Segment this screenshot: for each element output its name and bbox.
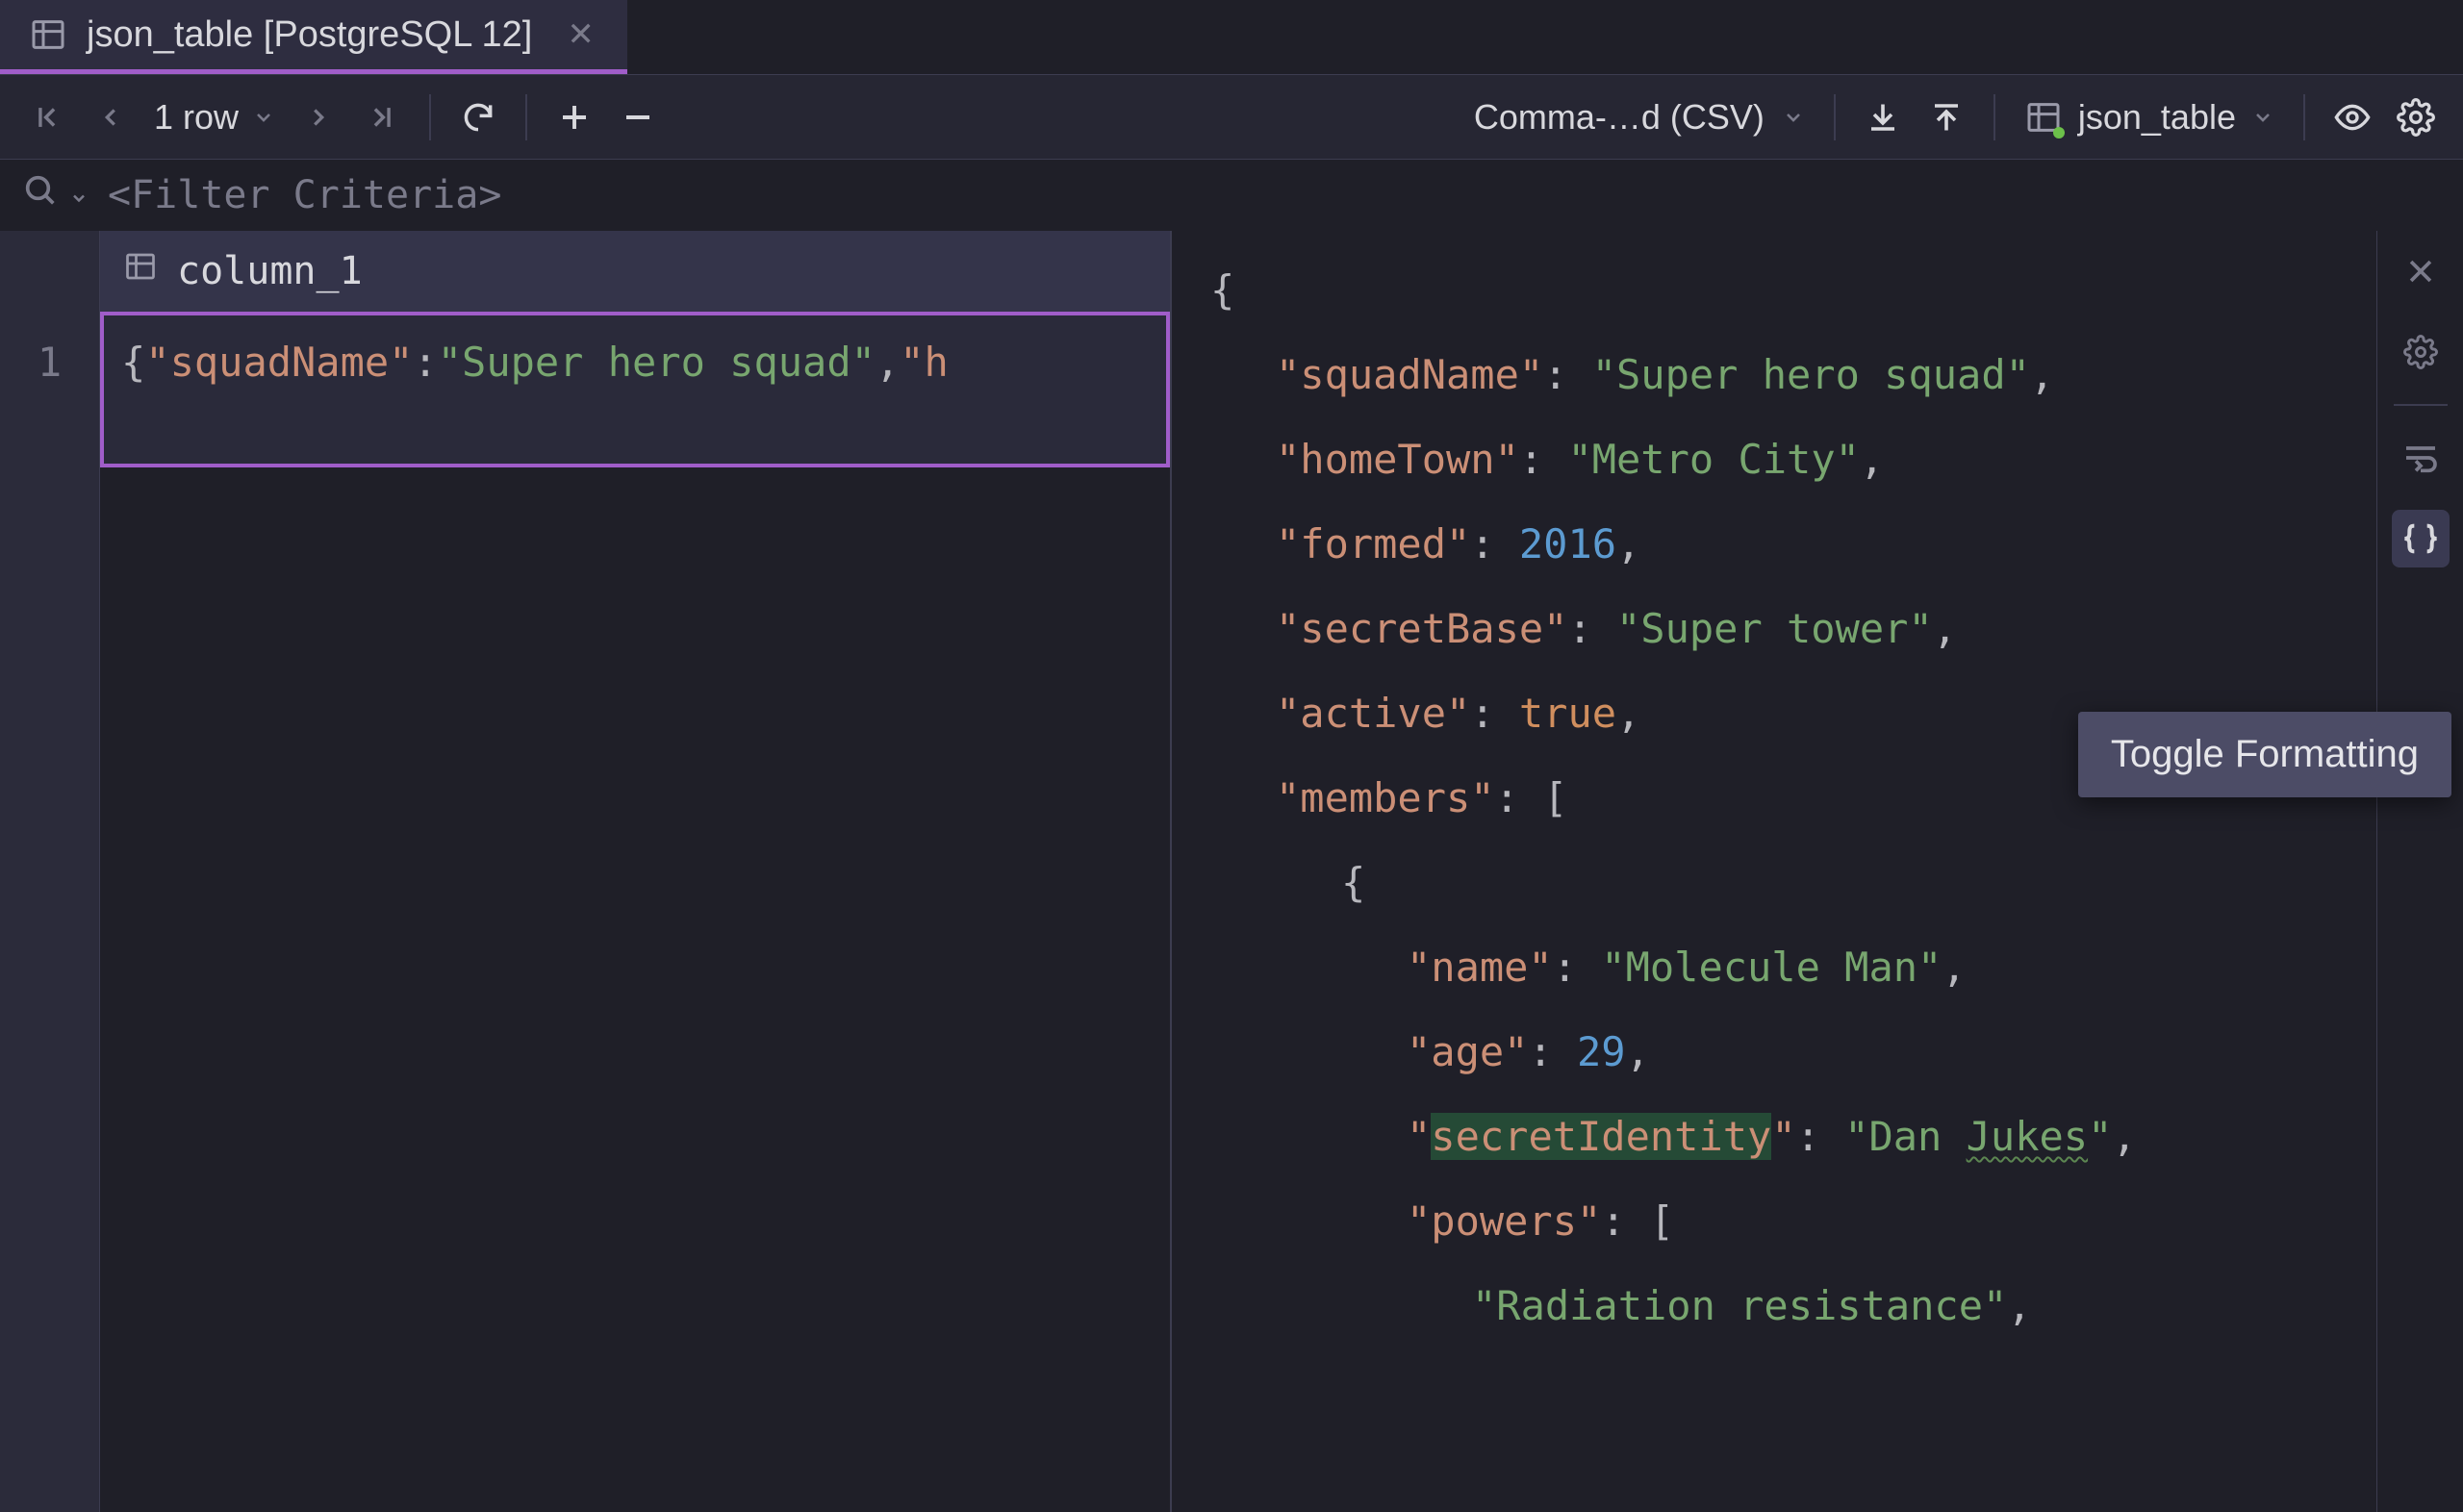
tooltip-text: Toggle Formatting [2111, 733, 2419, 775]
export-format-combo[interactable]: Comma-…d (CSV) [1462, 97, 1816, 138]
filter-placeholder: <Filter Criteria> [108, 173, 501, 217]
toolbar: 1 row Comma-…d (CSV) [0, 75, 2463, 160]
soft-wrap-button[interactable] [2392, 429, 2450, 487]
cell[interactable]: {"squadName":"Super hero squad","h [100, 312, 1170, 467]
settings-panel-button[interactable] [2392, 323, 2450, 381]
row-count-label: 1 row [154, 97, 239, 138]
value-viewer-panel: {"squadName": "Super hero squad","homeTo… [1170, 231, 2463, 1512]
column-header-label: column_1 [177, 249, 363, 293]
search-icon [21, 171, 60, 219]
reload-button[interactable] [448, 88, 508, 147]
export-button[interactable] [1853, 88, 1913, 147]
grid-body: 1 {"squadName":"Super hero squad","h [0, 312, 1170, 1512]
filter-bar[interactable]: <Filter Criteria> [0, 160, 2463, 231]
add-row-button[interactable] [545, 88, 604, 147]
close-icon[interactable]: ✕ [567, 15, 595, 54]
editor-tab[interactable]: json_table [PostgreSQL 12] ✕ [0, 0, 627, 74]
main-split: column_1 1 {"squadName":"Super hero squa… [0, 231, 2463, 1512]
tab-title: json_table [PostgreSQL 12] [87, 14, 532, 56]
next-page-button[interactable] [289, 88, 348, 147]
separator [429, 94, 431, 140]
last-page-button[interactable] [352, 88, 412, 147]
datasource-combo[interactable]: json_table [2013, 97, 2286, 138]
row-number[interactable]: 1 [0, 312, 99, 467]
settings-button[interactable] [2386, 88, 2446, 147]
result-grid: column_1 1 {"squadName":"Super hero squa… [0, 231, 1170, 1512]
export-format-label: Comma-…d (CSV) [1474, 97, 1765, 138]
json-viewer[interactable]: {"squadName": "Super hero squad","homeTo… [1172, 231, 2376, 1512]
separator [2303, 94, 2305, 140]
column-icon [123, 249, 158, 293]
chevron-down-icon [2251, 97, 2274, 138]
row-gutter: 1 [0, 312, 100, 1512]
sidebar-separator [2394, 404, 2448, 406]
separator [1993, 94, 1995, 140]
datasource-icon [2024, 98, 2063, 137]
cells: {"squadName":"Super hero squad","h [100, 312, 1170, 1512]
prev-page-button[interactable] [81, 88, 140, 147]
remove-row-button[interactable] [608, 88, 668, 147]
table-icon [29, 15, 67, 54]
separator [525, 94, 527, 140]
import-button[interactable] [1917, 88, 1976, 147]
eye-button[interactable] [2323, 88, 2382, 147]
grid-header-row: column_1 [0, 231, 1170, 312]
gutter-header [0, 231, 100, 312]
separator [1834, 94, 1836, 140]
tooltip: Toggle Formatting [2078, 712, 2451, 797]
close-panel-button[interactable] [2392, 242, 2450, 300]
chevron-down-icon [252, 97, 275, 138]
first-page-button[interactable] [17, 88, 77, 147]
tab-bar: json_table [PostgreSQL 12] ✕ [0, 0, 2463, 75]
toggle-formatting-button[interactable] [2392, 510, 2450, 567]
filter-chevron-icon[interactable] [69, 173, 89, 217]
datasource-label: json_table [2078, 97, 2236, 138]
value-viewer-sidebar [2376, 231, 2463, 1512]
row-count-combo[interactable]: 1 row [144, 97, 285, 138]
chevron-down-icon [1782, 97, 1805, 138]
column-header[interactable]: column_1 [100, 231, 1170, 312]
